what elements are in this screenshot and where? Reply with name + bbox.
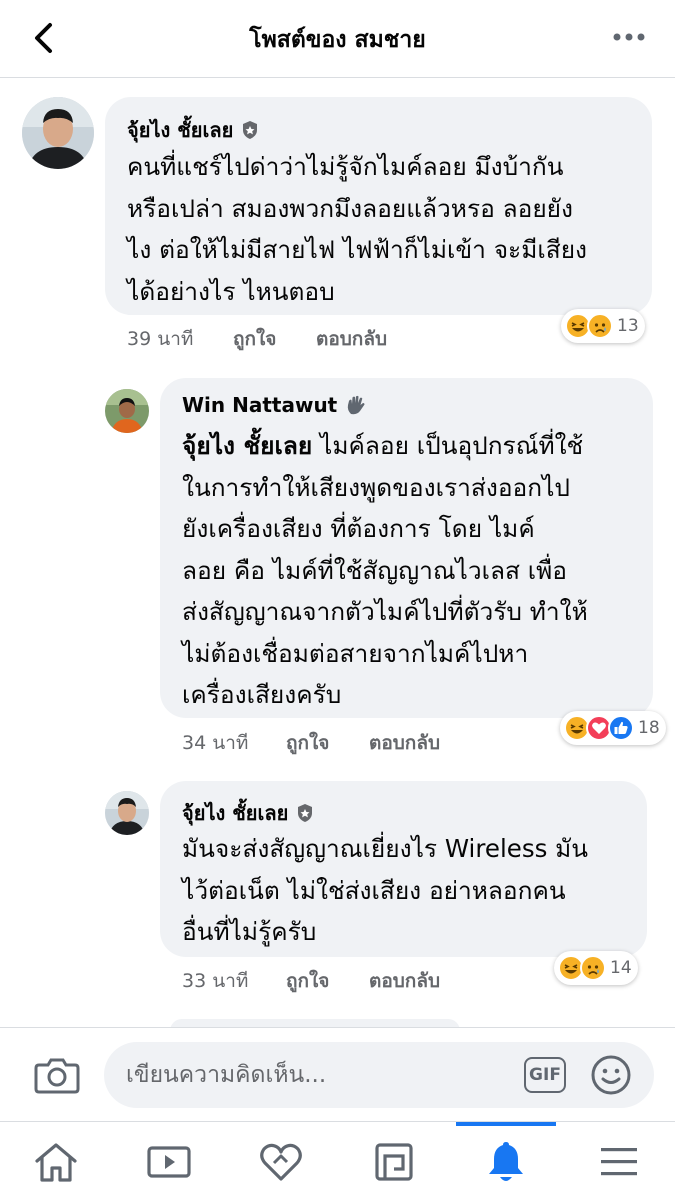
comment-meta: 33 นาที ถูกใจ ตอบกลับ (182, 966, 482, 992)
heart-icon[interactable] (231, 1122, 331, 1200)
bell-icon[interactable] (456, 1122, 556, 1200)
comment-time: 34 นาที (182, 732, 249, 754)
comment-author[interactable]: Win Nattawut (182, 393, 367, 417)
reaction-count: 13 (617, 316, 639, 336)
wave-hand-icon (348, 395, 365, 415)
comment-text: มันจะส่งสัญญาณเยี่ยงไร Wireless มัน ไว้ต… (182, 834, 589, 946)
reaction-count: 18 (638, 718, 660, 738)
like-link[interactable]: ถูกใจ (286, 966, 329, 996)
more-dots-icon[interactable] (609, 22, 649, 52)
comment-author[interactable]: จุ้ยไง ชั้ยเลย (127, 114, 259, 146)
mention-tag[interactable]: จุ้ยไง ชั้ยเลย (182, 431, 312, 460)
reaction-count: 14 (610, 958, 632, 978)
sad-reaction-icon (587, 313, 613, 339)
comment-input[interactable] (126, 1058, 506, 1092)
like-link[interactable]: ถูกใจ (233, 324, 276, 354)
sad-reaction-icon (580, 955, 606, 981)
author-name[interactable]: Win Nattawut (182, 393, 337, 417)
top-bar: โพสต์ของ สมชาย (0, 0, 675, 78)
comment-body: ไมค์ลอย เป็นอุปกรณ์ที่ใช้ ในการทำให้เสีย… (182, 431, 588, 709)
author-name[interactable]: จุ้ยไง ชั้ยเลย (182, 797, 288, 829)
bottom-navigation (0, 1121, 675, 1200)
menu-icon[interactable] (569, 1122, 669, 1200)
comment-composer: GIF (0, 1027, 675, 1121)
video-icon[interactable] (119, 1122, 219, 1200)
avatar[interactable] (105, 791, 149, 835)
avatar[interactable] (105, 389, 149, 433)
reactions-summary[interactable]: 13 (561, 309, 645, 343)
shield-badge-icon (243, 121, 258, 139)
like-reaction-icon (608, 715, 634, 741)
shield-badge-icon (298, 804, 313, 822)
marketplace-icon[interactable] (344, 1122, 444, 1200)
reply-link[interactable]: ตอบกลับ (316, 324, 387, 354)
page-title: โพสต์ของ สมชาย (249, 27, 426, 53)
reactions-summary[interactable]: 18 (560, 711, 666, 745)
comment-meta: 34 นาที ถูกใจ ตอบกลับ (182, 728, 482, 754)
gif-button[interactable]: GIF (524, 1057, 566, 1093)
comment-input-box[interactable]: GIF (104, 1042, 654, 1108)
home-icon[interactable] (6, 1122, 106, 1200)
comment-time: 39 นาที (127, 328, 194, 350)
like-link[interactable]: ถูกใจ (286, 728, 329, 758)
camera-icon[interactable] (34, 1056, 80, 1098)
reply-link[interactable]: ตอบกลับ (369, 966, 440, 996)
reactions-summary[interactable]: 14 (554, 951, 638, 985)
reply-link[interactable]: ตอบกลับ (369, 728, 440, 758)
comment-text: คนที่แชร์ไปด่าว่าไม่รู้จักไมค์ลอย มึงบ้า… (127, 152, 588, 306)
avatar[interactable] (22, 97, 94, 169)
comment-meta: 39 นาที ถูกใจ ตอบกลับ (127, 324, 427, 350)
smiley-icon[interactable] (590, 1054, 632, 1100)
comment-text: จุ้ยไง ชั้ยเลย ไมค์ลอย เป็นอุปกรณ์ที่ใช้… (182, 425, 642, 716)
comment-time: 33 นาที (182, 970, 249, 992)
comment-author[interactable]: จุ้ยไง ชั้ยเลย (182, 797, 314, 829)
author-name[interactable]: จุ้ยไง ชั้ยเลย (127, 114, 233, 146)
